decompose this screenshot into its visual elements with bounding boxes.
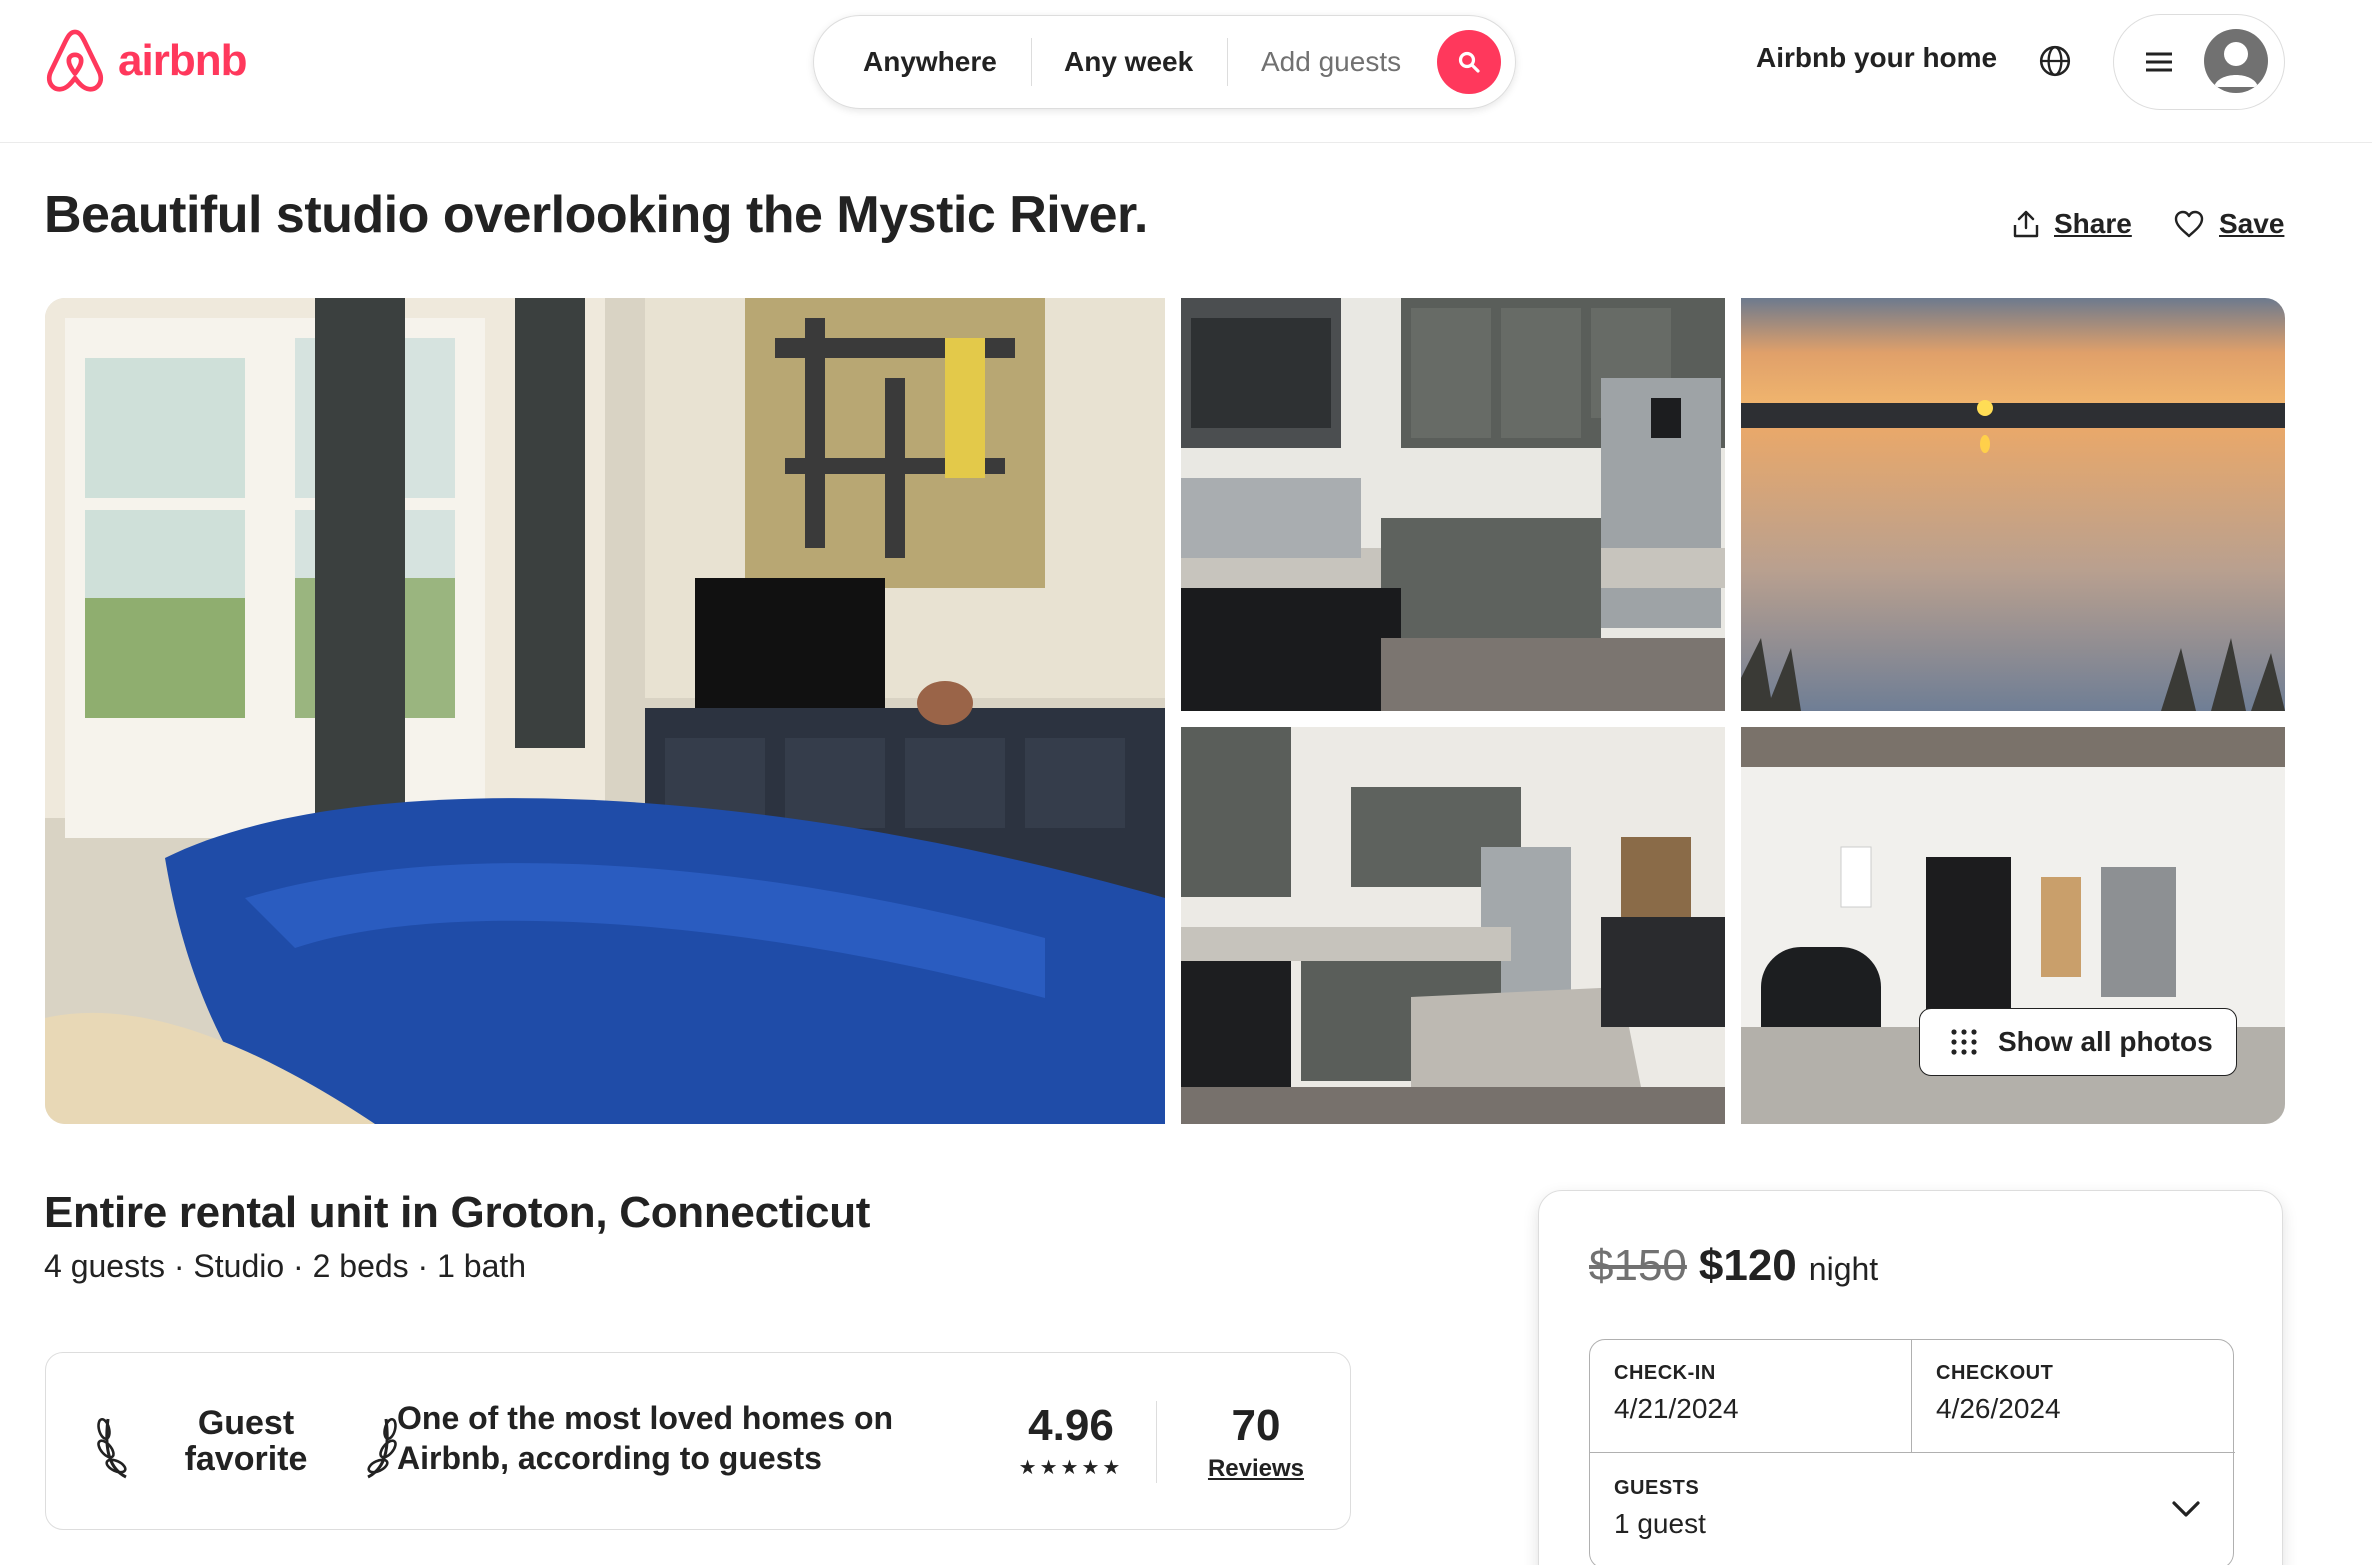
checkout-label: CHECKOUT (1936, 1362, 2054, 1384)
airbnb-your-home-link[interactable]: Airbnb your home (1756, 42, 1997, 74)
search-any-week-button[interactable]: Any week (1032, 15, 1227, 109)
hamburger-menu-icon (2146, 52, 2172, 72)
share-icon (2013, 210, 2039, 238)
discounted-price: $120 (1698, 1241, 1797, 1290)
chevron-down-icon (2172, 1501, 2200, 1517)
listing-subtitle: Entire rental unit in Groton, Connecticu… (44, 1188, 871, 1237)
search-add-guests-button[interactable]: Add guests (1228, 15, 1438, 109)
brand-name: airbnb (118, 36, 247, 85)
show-all-photos-label: Show all photos (1998, 1026, 2213, 1057)
user-profile-icon (2214, 42, 2258, 87)
top-header: airbnb Anywhere Any week Add guests Airb… (0, 0, 2372, 143)
guest-favorite-line1: Guest (197, 1404, 295, 1442)
checkin-label: CHECK-IN (1614, 1362, 1716, 1384)
airbnb-logo[interactable]: airbnb (44, 28, 247, 94)
page-title: Beautiful studio overlooking the Mystic … (44, 186, 1148, 244)
kitchen-photo-2[interactable] (1181, 727, 1725, 1124)
listing-summary: 4 guests · Studio · 2 beds · 1 bath (44, 1248, 527, 1284)
guest-favorite-desc-line1: One of the most loved homes on (397, 1400, 894, 1436)
user-menu-button[interactable] (2113, 14, 2285, 110)
avatar (2204, 29, 2268, 93)
checkin-value: 4/21/2024 (1614, 1393, 1739, 1424)
airbnb-logo-icon (46, 29, 104, 92)
search-submit-button[interactable] (1437, 30, 1501, 94)
reviews-link[interactable]: Reviews (1196, 1455, 1316, 1483)
price-unit: night (1808, 1251, 1879, 1287)
language-globe-icon[interactable] (2038, 44, 2072, 83)
rating-block: 4.96 ★★★★★ (976, 1401, 1166, 1480)
checkin-field[interactable]: CHECK-IN 4/21/2024 (1590, 1340, 1912, 1452)
reviews-count: 70 (1231, 1401, 1281, 1450)
guests-label: GUESTS (1614, 1477, 1700, 1499)
rating-value: 4.96 (1028, 1401, 1114, 1450)
guest-favorite-label: Guest favorite (146, 1405, 346, 1477)
checkout-field[interactable]: CHECKOUT 4/26/2024 (1912, 1340, 2234, 1452)
save-button[interactable]: Save (2173, 208, 2284, 240)
bedroom-photo[interactable] (45, 298, 1165, 1124)
search-anywhere-button[interactable]: Anywhere (814, 15, 1031, 109)
guest-favorite-description: One of the most loved homes on Airbnb, a… (397, 1398, 917, 1478)
guest-favorite-desc-line2: Airbnb, according to guests (397, 1440, 822, 1476)
show-all-photos-button[interactable]: Show all photos (1919, 1008, 2237, 1076)
save-label: Save (2219, 208, 2285, 239)
original-price: $150 (1589, 1241, 1687, 1290)
kitchen-photo-1[interactable] (1181, 298, 1725, 711)
guests-select[interactable]: GUESTS 1 guest (1590, 1452, 2235, 1565)
laurel-right-icon (367, 1417, 397, 1479)
search-bar[interactable]: Anywhere Any week Add guests (813, 15, 1516, 109)
guests-value: 1 guest (1614, 1508, 1706, 1539)
guest-favorite-card[interactable]: Guest favorite One of the most loved hom… (45, 1352, 1351, 1530)
reviews-block[interactable]: 70 Reviews (1196, 1401, 1316, 1483)
rating-divider (1156, 1401, 1157, 1483)
checkout-value: 4/26/2024 (1936, 1393, 2061, 1424)
search-icon (1458, 51, 1480, 73)
sunset-river-photo[interactable] (1741, 298, 2285, 711)
price-row: $150 $120 night (1589, 1241, 1878, 1291)
star-rating-icons: ★★★★★ (1018, 1457, 1124, 1479)
booking-card: $150 $120 night CHECK-IN 4/21/2024 CHECK… (1538, 1190, 2283, 1565)
heart-icon (2174, 210, 2204, 238)
guest-favorite-line2: favorite (184, 1440, 308, 1478)
grid-dots-icon (1951, 1029, 1977, 1055)
reservation-fields: CHECK-IN 4/21/2024 CHECKOUT 4/26/2024 GU… (1589, 1339, 2235, 1565)
laurel-left-icon (97, 1417, 127, 1479)
guest-favorite-badge: Guest favorite (96, 1405, 397, 1481)
share-label: Share (2054, 208, 2132, 239)
share-button[interactable]: Share (2012, 208, 2132, 240)
